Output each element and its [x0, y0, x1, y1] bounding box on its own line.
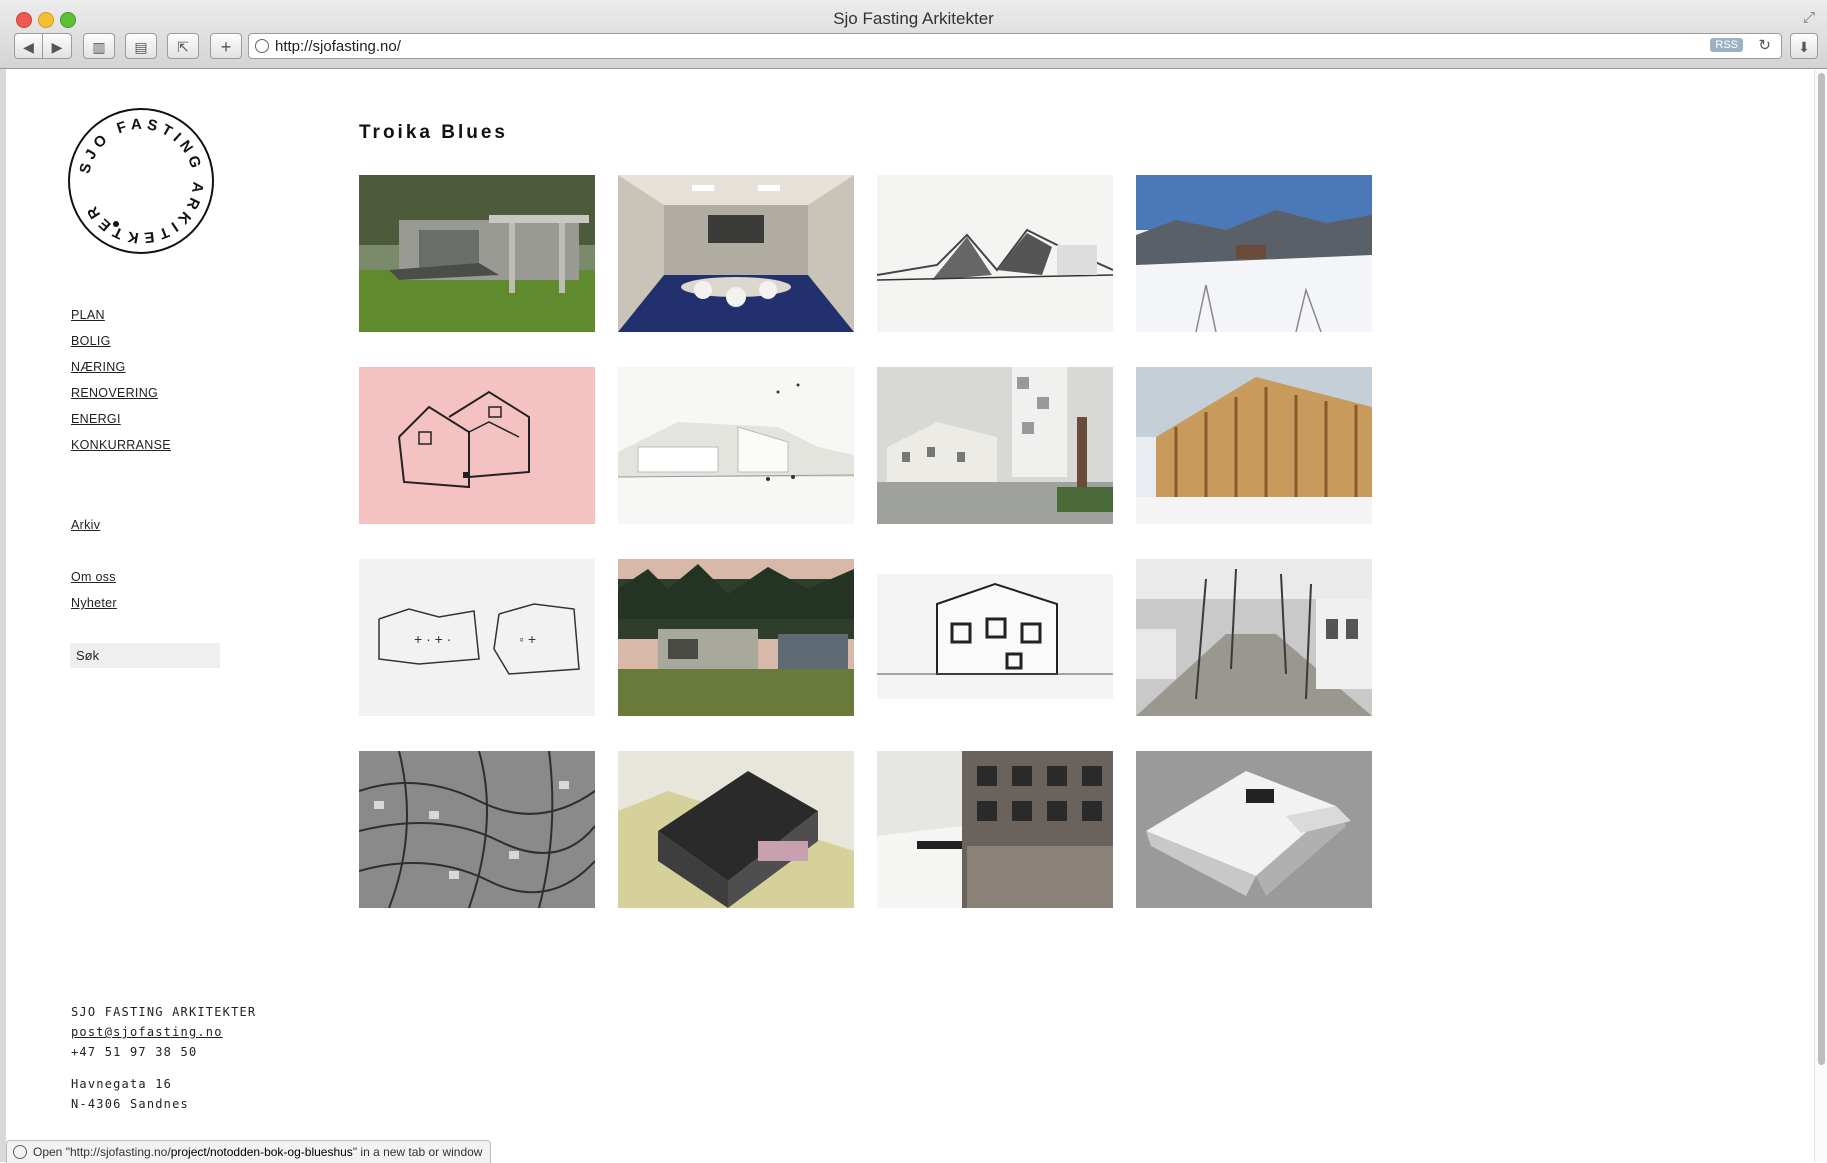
logo-text: SJO FASTING ARKITEKTER: [76, 116, 202, 247]
bookmarks-button[interactable]: ▥: [83, 33, 115, 59]
project-thumbnail[interactable]: [1136, 559, 1372, 716]
nav-about[interactable]: Om oss: [71, 570, 117, 596]
project-thumbnail[interactable]: [1136, 367, 1372, 524]
svg-text:◦ +: ◦ +: [519, 631, 536, 647]
nav-renovering[interactable]: RENOVERING: [71, 386, 171, 412]
project-thumbnail[interactable]: [877, 367, 1113, 524]
project-thumbnail[interactable]: [618, 559, 854, 716]
reader-icon: ▤: [134, 39, 148, 55]
book-icon: ▥: [92, 39, 106, 55]
nav-energi[interactable]: ENERGI: [71, 412, 171, 438]
project-thumbnail[interactable]: [359, 367, 595, 524]
phone-number: +47 51 97 38 50: [71, 1045, 198, 1059]
nav-plan[interactable]: PLAN: [71, 308, 171, 334]
logo[interactable]: SJO FASTING ARKITEKTER: [66, 106, 216, 256]
url-text[interactable]: http://sjofasting.no/: [275, 38, 401, 55]
project-thumbnail[interactable]: [618, 751, 854, 908]
share-icon: ⇱: [177, 39, 189, 55]
new-tab-button[interactable]: +: [210, 33, 242, 59]
footer-contact: SJO FASTING ARKITEKTER post@sjofasting.n…: [71, 1005, 256, 1117]
status-bar: Open "http://sjofasting.no/project/notod…: [6, 1140, 492, 1163]
status-prefix: Open "http://sjofasting.no/: [33, 1145, 171, 1159]
archive-nav: Arkiv: [71, 518, 100, 544]
category-nav: PLAN BOLIG NÆRING RENOVERING ENERGI KONK…: [71, 308, 171, 464]
downloads-button[interactable]: ⬇: [1790, 33, 1818, 59]
project-thumbnail[interactable]: [1136, 751, 1372, 908]
download-icon: ⬇: [1798, 39, 1810, 55]
globe-icon: [255, 39, 269, 53]
fullscreen-icon[interactable]: ⤢: [1803, 9, 1815, 26]
status-suffix: " in a new tab or window: [352, 1145, 483, 1159]
search-input[interactable]: [70, 643, 220, 668]
scrollbar-thumb[interactable]: [1818, 73, 1825, 1065]
back-button[interactable]: ◀: [14, 33, 43, 59]
company-name: SJO FASTING ARKITEKTER: [71, 1005, 257, 1019]
project-thumbnail[interactable]: [359, 175, 595, 332]
project-thumbnail[interactable]: [618, 367, 854, 524]
svg-text:+ · + ·: + · + ·: [414, 631, 451, 647]
nav-naering[interactable]: NÆRING: [71, 360, 171, 386]
reload-icon[interactable]: ↻: [1758, 36, 1771, 54]
scrollbar[interactable]: [1814, 69, 1827, 1162]
project-thumbnail[interactable]: [877, 175, 1113, 332]
project-thumbnail[interactable]: [359, 751, 595, 908]
share-button[interactable]: ⇱: [167, 33, 199, 59]
project-thumbnail[interactable]: [618, 175, 854, 332]
nav-bolig[interactable]: BOLIG: [71, 334, 171, 360]
nav-news[interactable]: Nyheter: [71, 596, 117, 622]
nav-konkurranse[interactable]: KONKURRANSE: [71, 438, 171, 464]
reader-button[interactable]: ▤: [125, 33, 157, 59]
email-link[interactable]: post@sjofasting.no: [71, 1025, 223, 1039]
city-address: N-4306 Sandnes: [71, 1097, 189, 1111]
rss-button[interactable]: RSS: [1710, 38, 1743, 52]
forward-button[interactable]: ▶: [43, 33, 72, 59]
project-thumbnail[interactable]: [877, 559, 1113, 716]
project-thumbnail[interactable]: + · + · ◦ +: [359, 559, 595, 716]
browser-toolbar: Sjo Fasting Arkitekter ⤢ ◀ ▶ ▥ ▤ ⇱ + htt…: [0, 0, 1827, 69]
street-address: Havnegata 16: [71, 1077, 173, 1091]
project-thumbnail[interactable]: [1136, 175, 1372, 332]
window-title: Sjo Fasting Arkitekter: [833, 9, 994, 28]
globe-icon: [13, 1145, 27, 1159]
svg-text:SJO FASTING ARKITEKTER: SJO FASTING ARKITEKTER: [76, 116, 206, 247]
info-nav: Om oss Nyheter: [71, 570, 117, 622]
address-bar[interactable]: http://sjofasting.no/ RSS ↻: [248, 33, 1782, 59]
project-thumbnail[interactable]: [877, 751, 1113, 908]
page-title: Troika Blues: [359, 122, 508, 143]
nav-archive[interactable]: Arkiv: [71, 518, 100, 544]
status-path: project/notodden-bok-og-blueshus: [170, 1145, 353, 1159]
